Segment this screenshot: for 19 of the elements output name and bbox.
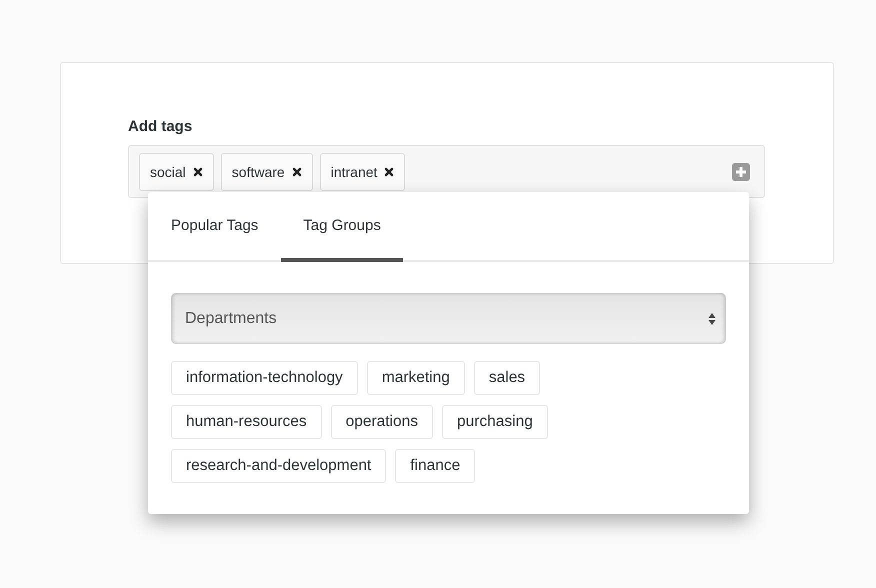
tag-text: social [150,164,186,180]
tag-option[interactable]: human-resources [171,405,322,439]
remove-icon[interactable] [192,166,203,176]
field-label: Add tags [128,118,194,135]
tag-option[interactable]: research-and-development [171,449,386,483]
tag-option[interactable]: marketing [366,361,465,395]
tag-option[interactable]: sales [474,361,540,395]
remove-icon[interactable] [384,166,394,176]
tab[interactable]: Tag Groups [281,192,403,262]
tag-text: intranet [330,164,378,180]
remove-icon[interactable] [292,166,302,176]
add-icon[interactable] [732,162,750,180]
tag-option[interactable]: operations [330,405,433,439]
tag-option[interactable]: purchasing [442,405,548,439]
tag-option[interactable]: finance [395,449,476,483]
sort-arrows-icon [708,312,716,326]
group-select[interactable]: Departments [171,293,726,344]
tag-option[interactable]: information-technology [171,361,358,395]
tag-text: software [232,164,285,180]
